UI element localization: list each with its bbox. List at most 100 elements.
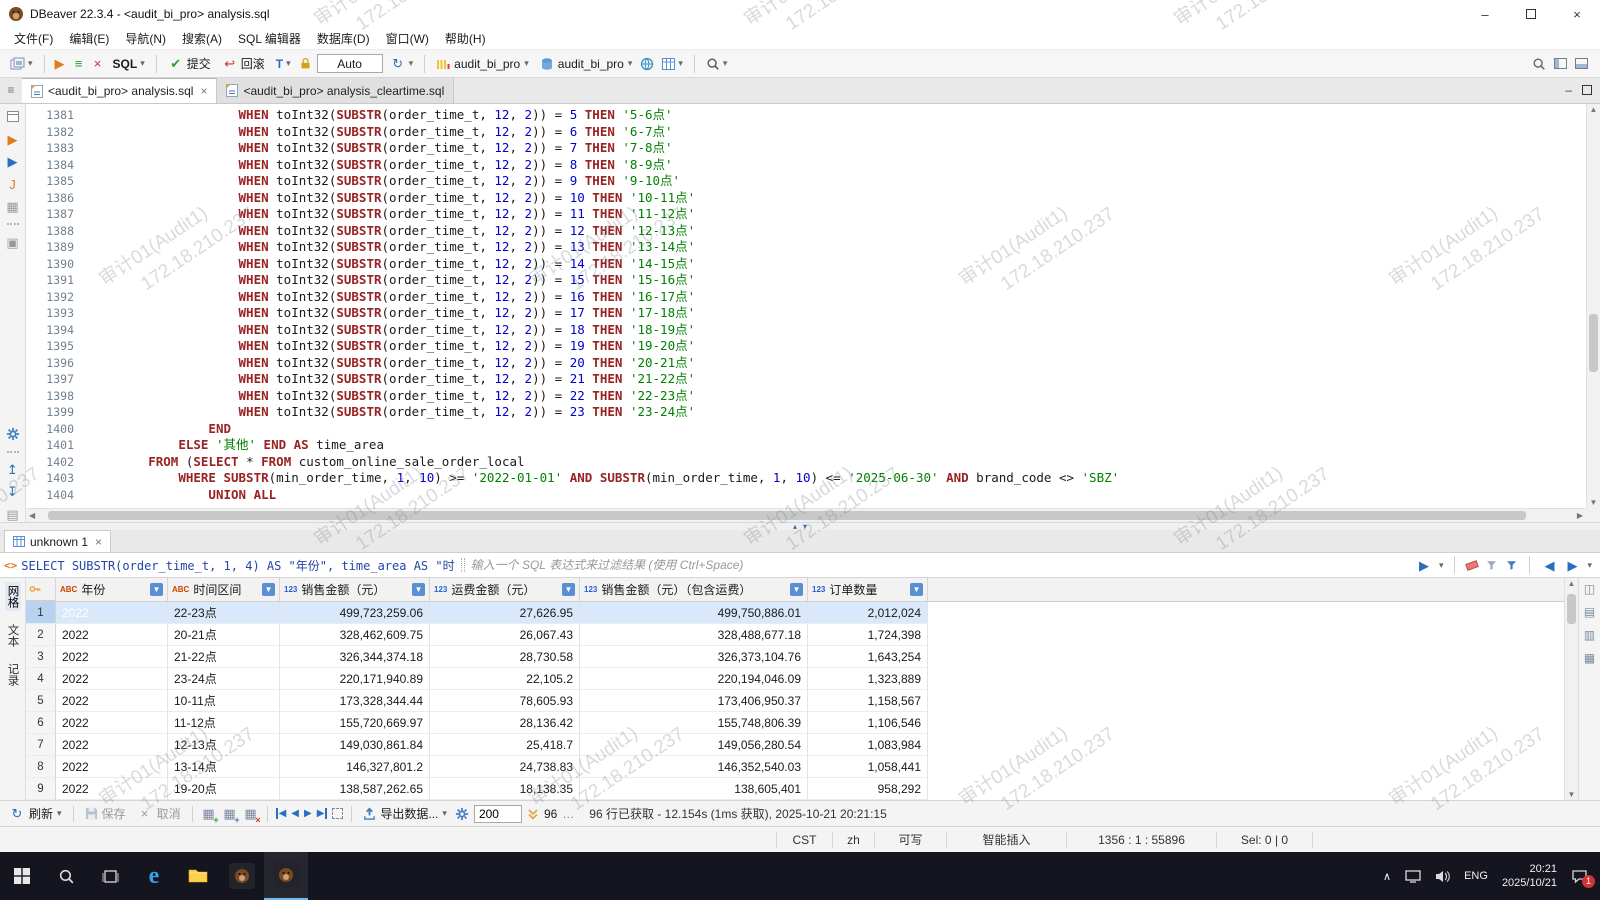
clear-filter-icon[interactable]	[1466, 560, 1480, 571]
close-icon[interactable]: ×	[200, 84, 207, 98]
grid-cell[interactable]: 21-22点	[168, 646, 280, 668]
file-explorer-icon[interactable]	[176, 852, 220, 900]
grid-cell[interactable]: 28,730.58	[430, 646, 580, 668]
grid-cell[interactable]: 1,323,889	[808, 668, 928, 690]
grid-cell[interactable]: 1,083,984	[808, 734, 928, 756]
grid-cell[interactable]: 173,406,950.37	[580, 690, 808, 712]
editor-vscrollbar[interactable]: ▲ ▼	[1586, 104, 1600, 508]
grid-cell[interactable]: 2022	[56, 602, 168, 624]
duplicate-row-icon[interactable]: ▦+	[222, 806, 238, 822]
transaction-mode-dropdown[interactable]: T ▾	[272, 55, 295, 73]
row-number[interactable]: 5	[26, 690, 56, 712]
row-number[interactable]: 1	[26, 602, 56, 624]
scroll-down-icon[interactable]: ▼	[1565, 790, 1578, 799]
grid-cell[interactable]: 1,158,567	[808, 690, 928, 712]
volume-icon[interactable]	[1435, 870, 1450, 883]
grid-cell[interactable]: 1,058,441	[808, 756, 928, 778]
taskbar-clock[interactable]: 20:21 2025/10/21	[1502, 862, 1557, 890]
filter-input[interactable]	[471, 558, 1412, 572]
taskbar-search-icon[interactable]	[44, 852, 88, 900]
grid-cell[interactable]: 499,750,886.01	[580, 602, 808, 624]
column-sort-icon[interactable]: ▼	[412, 583, 425, 596]
menu-item-0[interactable]: 文件(F)	[6, 28, 61, 49]
execute-script-sidebar-icon[interactable]: ▶	[5, 154, 21, 169]
scroll-down-icon[interactable]: ▼	[1587, 498, 1600, 507]
delete-row-icon[interactable]: ▦×	[243, 806, 259, 822]
grid-cell[interactable]: 28,136.42	[430, 712, 580, 734]
execute-script-icon[interactable]: ≡	[71, 56, 87, 72]
app-icon-dbeaver[interactable]	[220, 852, 264, 900]
grid-cell[interactable]: 26,067.43	[430, 624, 580, 646]
results-view-tab-1[interactable]: 文本	[5, 621, 21, 650]
start-button[interactable]	[0, 852, 44, 900]
column-sort-icon[interactable]: ▼	[150, 583, 163, 596]
tray-chevron-icon[interactable]: ∧	[1383, 870, 1391, 883]
editor-hscrollbar[interactable]: ◀ ▶	[26, 508, 1586, 522]
editor-tab-1[interactable]: <audit_bi_pro> analysis_cleartime.sql	[217, 78, 454, 103]
grid-cell[interactable]: 138,587,262.65	[280, 778, 430, 800]
fetch-size-input[interactable]	[474, 805, 522, 823]
execute-statement-icon[interactable]: ▶	[52, 56, 68, 72]
grid-settings-gear-icon[interactable]	[455, 807, 469, 821]
column-header-0[interactable]: ABC年份▼	[56, 578, 168, 601]
export-data-button[interactable]: 导出数据... ▾	[360, 804, 450, 823]
toggle-bottom-panel-icon[interactable]	[1575, 58, 1588, 69]
save-button[interactable]: 保存	[82, 804, 129, 823]
grid-cell[interactable]: 499,723,259.06	[280, 602, 430, 624]
row-number[interactable]: 6	[26, 712, 56, 734]
import-file-icon[interactable]: ↧	[5, 484, 21, 499]
maximize-icon[interactable]	[1508, 0, 1554, 28]
grid-cell[interactable]: 2022	[56, 778, 168, 800]
edge-browser-icon[interactable]: e	[132, 852, 176, 900]
new-sql-script-button[interactable]: ▾	[6, 55, 37, 73]
grid-cell[interactable]: 2022	[56, 668, 168, 690]
panel-maximize-icon[interactable]: ◫	[1584, 582, 1595, 596]
column-header-3[interactable]: 123运费金额（元）▼	[430, 578, 580, 601]
value-viewer-icon[interactable]: ▤	[1584, 605, 1595, 619]
grid-cell[interactable]: 13-14点	[168, 756, 280, 778]
menu-item-4[interactable]: SQL 编辑器	[230, 28, 309, 49]
column-header-4[interactable]: 123销售金额（元）（包含运费）▼	[580, 578, 808, 601]
status-language[interactable]: zh	[832, 832, 874, 848]
grid-cell[interactable]: 22-23点	[168, 602, 280, 624]
results-view-tab-0[interactable]: 网格	[5, 582, 21, 611]
refresh-button[interactable]: ↻ 刷新 ▾	[6, 804, 65, 823]
presentation-dropdown[interactable]: ▾	[658, 56, 687, 72]
sql-templates-icon[interactable]: ▦	[5, 199, 21, 214]
column-sort-icon[interactable]: ▼	[562, 583, 575, 596]
grid-cell[interactable]: 2,012,024	[808, 602, 928, 624]
grid-cell[interactable]: 2022	[56, 624, 168, 646]
scroll-up-icon[interactable]: ▲	[1587, 105, 1600, 114]
filters-menu-icon[interactable]	[1505, 559, 1518, 571]
search-dropdown[interactable]: ▾	[702, 55, 732, 73]
menu-item-3[interactable]: 搜索(A)	[174, 28, 230, 49]
rollback-button[interactable]: ↩ 回滚	[218, 53, 269, 74]
abort-query-icon[interactable]: ×	[90, 56, 106, 72]
grid-cell[interactable]: 19-20点	[168, 778, 280, 800]
grid-cell[interactable]: 146,327,801.2	[280, 756, 430, 778]
grid-cell[interactable]: 326,373,104.76	[580, 646, 808, 668]
metadata-panel-icon[interactable]: ▦	[1584, 651, 1595, 665]
menu-item-7[interactable]: 帮助(H)	[437, 28, 494, 49]
last-row-icon[interactable]: ▶	[317, 808, 328, 819]
autocommit-combo[interactable]: Auto	[317, 54, 383, 73]
grid-cell[interactable]: 22,105.2	[430, 668, 580, 690]
explain-plan-icon[interactable]: J	[5, 176, 21, 191]
status-caret-position[interactable]: 1356 : 1 : 55896	[1066, 832, 1216, 848]
network-icon[interactable]	[639, 56, 655, 72]
nav-back-icon[interactable]: ◀	[1541, 557, 1557, 573]
toggle-left-panel-icon[interactable]	[1554, 58, 1567, 69]
close-icon[interactable]: ×	[95, 535, 102, 549]
task-view-icon[interactable]	[88, 852, 132, 900]
grid-cell[interactable]: 2022	[56, 712, 168, 734]
cancel-button[interactable]: × 取消	[134, 804, 184, 823]
scroll-right-icon[interactable]: ▶	[1577, 509, 1583, 522]
row-number[interactable]: 8	[26, 756, 56, 778]
apply-filter-icon[interactable]: ▶	[1416, 557, 1432, 573]
grid-cell[interactable]: 138,605,401	[580, 778, 808, 800]
grid-cell[interactable]: 12-13点	[168, 734, 280, 756]
scroll-thumb[interactable]	[1567, 594, 1576, 624]
sql-dialect-dropdown[interactable]: SQL ▾	[109, 55, 149, 73]
panel-spec-icon[interactable]	[5, 109, 21, 124]
menu-item-2[interactable]: 导航(N)	[117, 28, 174, 49]
